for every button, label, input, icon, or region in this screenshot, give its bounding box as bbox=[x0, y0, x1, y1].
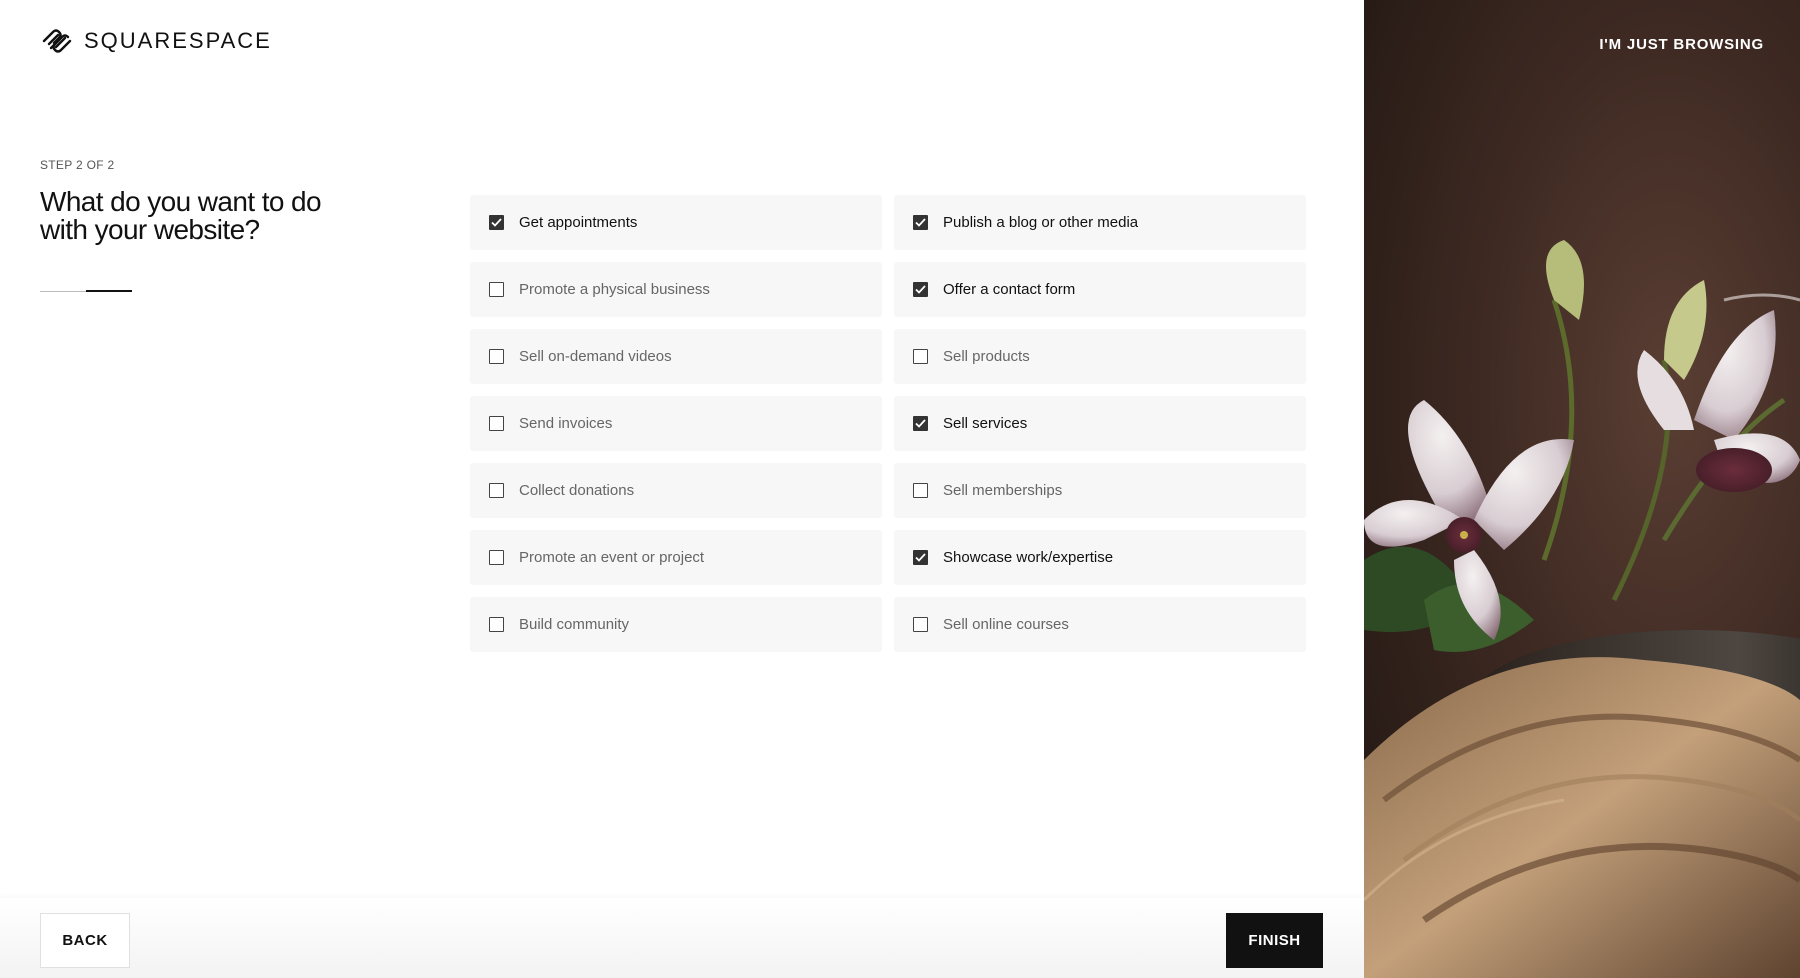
checkbox-unchecked-icon[interactable] bbox=[489, 416, 504, 431]
progress-step-1 bbox=[40, 291, 86, 292]
checkbox-checked-icon[interactable] bbox=[913, 416, 928, 431]
finish-button[interactable]: FINISH bbox=[1226, 913, 1323, 968]
page-title: What do you want to do with your website… bbox=[40, 186, 322, 245]
goal-option[interactable]: Sell on-demand videos bbox=[470, 329, 882, 384]
checkbox-unchecked-icon[interactable] bbox=[489, 349, 504, 364]
goal-option-label: Promote an event or project bbox=[519, 549, 705, 566]
step-label: STEP 2 OF 2 bbox=[40, 158, 115, 172]
goal-option[interactable]: Sell products bbox=[894, 329, 1306, 384]
checkbox-unchecked-icon[interactable] bbox=[489, 483, 504, 498]
goal-option[interactable]: Get appointments bbox=[470, 195, 882, 250]
goal-option-label: Collect donations bbox=[519, 482, 635, 499]
goal-option-label: Showcase work/expertise bbox=[943, 549, 1114, 566]
goal-option[interactable]: Offer a contact form bbox=[894, 262, 1306, 317]
progress-step-2-active bbox=[86, 290, 132, 292]
goal-option[interactable]: Promote an event or project bbox=[470, 530, 882, 585]
goal-options-grid: Get appointments Publish a blog or other … bbox=[470, 195, 1306, 652]
checkbox-checked-icon[interactable] bbox=[489, 215, 504, 230]
goal-option-label: Build community bbox=[519, 616, 630, 633]
hero-image-panel: I'M JUST BROWSING bbox=[1364, 0, 1800, 978]
goal-option[interactable]: Sell memberships bbox=[894, 463, 1306, 518]
goal-option-label: Sell online courses bbox=[943, 616, 1069, 633]
flower-still-life-image bbox=[1364, 240, 1800, 978]
logo-text: SQUARESPACE bbox=[84, 28, 272, 53]
goal-option[interactable]: Promote a physical business bbox=[470, 262, 882, 317]
goal-option-label: Sell on-demand videos bbox=[519, 348, 672, 365]
squarespace-logo-icon bbox=[42, 29, 72, 53]
checkbox-checked-icon[interactable] bbox=[913, 215, 928, 230]
goal-option[interactable]: Publish a blog or other media bbox=[894, 195, 1306, 250]
goal-option-label: Offer a contact form bbox=[943, 281, 1076, 298]
goal-option-label: Sell memberships bbox=[943, 482, 1063, 499]
checkbox-unchecked-icon[interactable] bbox=[913, 483, 928, 498]
goal-option-label: Sell services bbox=[943, 415, 1028, 432]
checkbox-unchecked-icon[interactable] bbox=[489, 550, 504, 565]
bottom-action-bar: BACK FINISH bbox=[0, 898, 1364, 978]
left-panel: SQUARESPACE STEP 2 OF 2 What do you want… bbox=[0, 0, 1364, 978]
back-button[interactable]: BACK bbox=[40, 913, 130, 968]
goal-option-label: Send invoices bbox=[519, 415, 613, 432]
checkbox-unchecked-icon[interactable] bbox=[489, 282, 504, 297]
progress-indicator bbox=[40, 290, 132, 292]
goal-option-label: Get appointments bbox=[519, 214, 638, 231]
checkbox-unchecked-icon[interactable] bbox=[489, 617, 504, 632]
logo[interactable]: SQUARESPACE bbox=[40, 28, 272, 54]
checkbox-checked-icon[interactable] bbox=[913, 282, 928, 297]
onboarding-page: SQUARESPACE STEP 2 OF 2 What do you want… bbox=[0, 0, 1800, 978]
goal-option[interactable]: Sell services bbox=[894, 396, 1306, 451]
checkbox-unchecked-icon[interactable] bbox=[913, 617, 928, 632]
goal-option[interactable]: Build community bbox=[470, 597, 882, 652]
goal-option[interactable]: Showcase work/expertise bbox=[894, 530, 1306, 585]
checkbox-checked-icon[interactable] bbox=[913, 550, 928, 565]
just-browsing-link[interactable]: I'M JUST BROWSING bbox=[1599, 36, 1764, 53]
goal-option-label: Promote a physical business bbox=[519, 281, 710, 298]
goal-option-label: Publish a blog or other media bbox=[943, 214, 1139, 231]
goal-option[interactable]: Sell online courses bbox=[894, 597, 1306, 652]
goal-option-label: Sell products bbox=[943, 348, 1030, 365]
goal-option[interactable]: Send invoices bbox=[470, 396, 882, 451]
checkbox-unchecked-icon[interactable] bbox=[913, 349, 928, 364]
goal-option[interactable]: Collect donations bbox=[470, 463, 882, 518]
